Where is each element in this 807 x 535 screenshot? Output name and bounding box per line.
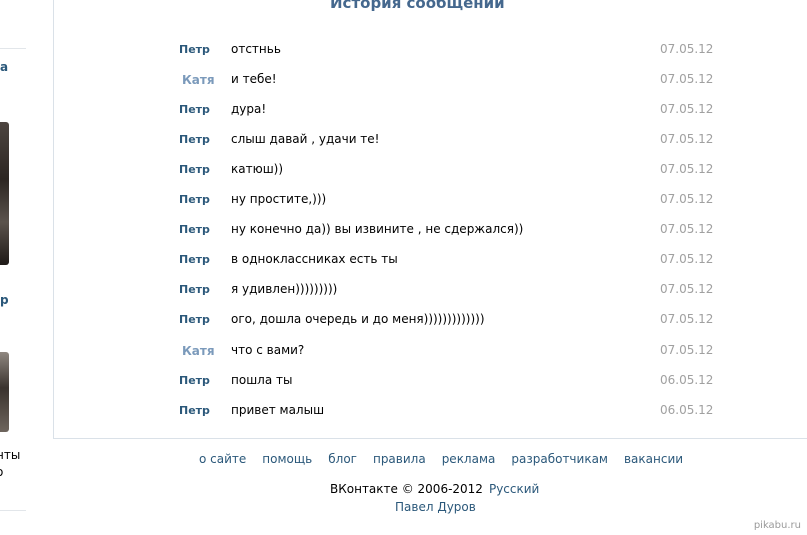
sidebar-text: о <box>0 464 3 481</box>
message-text: я удивлен))))))))) <box>231 282 338 296</box>
message-author[interactable]: Петр <box>179 374 239 387</box>
language-link[interactable]: Русский <box>489 482 539 496</box>
message-text: и тебе! <box>231 72 277 86</box>
message-text: ну конечно да)) вы извините , не сдержал… <box>231 222 524 236</box>
message-row[interactable]: Петр я удивлен))))))))) 07.05.12 <box>0 277 807 307</box>
message-date: 07.05.12 <box>660 102 714 116</box>
message-author[interactable]: Петр <box>179 193 239 206</box>
message-text: привет малыш <box>231 403 325 417</box>
watermark: pikabu.ru <box>753 520 801 531</box>
footer-link[interactable]: правила <box>373 452 426 466</box>
message-author[interactable]: Петр <box>179 313 239 326</box>
message-row[interactable]: Петр ну простите,))) 07.05.12 <box>0 187 807 217</box>
message-date: 07.05.12 <box>660 222 714 236</box>
footer-link[interactable]: вакансии <box>624 452 683 466</box>
sidebar-text: нты <box>0 448 21 462</box>
message-author[interactable]: Петр <box>179 133 239 146</box>
message-text: пошла ты <box>231 373 293 387</box>
message-text: ну простите,))) <box>231 192 327 206</box>
message-row[interactable]: Катя и тебе! 07.05.12 <box>0 67 807 97</box>
message-author[interactable]: Петр <box>179 253 239 266</box>
footer-link[interactable]: разработчикам <box>511 452 608 466</box>
message-date: 07.05.12 <box>660 72 714 86</box>
message-text: в одноклассниках есть ты <box>231 252 398 266</box>
message-date: 07.05.12 <box>660 192 714 206</box>
footer-links: о сайте помощь блог правила реклама разработч… <box>199 452 699 466</box>
author-link[interactable]: Павел Дуров <box>395 500 476 514</box>
message-author[interactable]: Петр <box>179 43 239 56</box>
message-date: 06.05.12 <box>660 403 714 417</box>
message-row[interactable]: Петр пошла ты 06.05.12 <box>0 368 807 398</box>
message-row[interactable]: Петр слыш давай , удачи те! 07.05.12 <box>0 127 807 157</box>
sidebar-divider <box>0 510 26 511</box>
message-text: что с вами? <box>231 343 305 357</box>
copyright-text: ВКонтакте © 2006-2012 <box>330 482 483 496</box>
message-date: 07.05.12 <box>660 343 714 357</box>
page-title: История сообщений <box>330 0 505 12</box>
message-row[interactable]: Петр отстньь 07.05.12 <box>0 37 807 67</box>
message-row[interactable]: Петр ну конечно да)) вы извините , не сде… <box>0 217 807 247</box>
message-row[interactable]: Катя что с вами? 07.05.12 <box>0 338 807 368</box>
message-date: 07.05.12 <box>660 252 714 266</box>
footer-link[interactable]: помощь <box>262 452 312 466</box>
footer-link[interactable]: реклама <box>442 452 496 466</box>
message-row[interactable]: Петр дура! 07.05.12 <box>0 97 807 127</box>
message-text: отстньь <box>231 42 281 56</box>
message-date: 07.05.12 <box>660 312 714 326</box>
message-text: ого, дошла очередь и до меня))))))))))))… <box>231 312 485 326</box>
message-date: 07.05.12 <box>660 282 714 296</box>
message-author[interactable]: Петр <box>179 163 239 176</box>
message-row[interactable]: Петр катюш)) 07.05.12 <box>0 157 807 187</box>
message-row[interactable]: Петр в одноклассниках есть ты 07.05.12 <box>0 247 807 277</box>
message-text: слыш давай , удачи те! <box>231 132 380 146</box>
message-text: катюш)) <box>231 162 284 176</box>
footer-link[interactable]: блог <box>328 452 357 466</box>
message-date: 07.05.12 <box>660 132 714 146</box>
message-date: 07.05.12 <box>660 162 714 176</box>
copyright: ВКонтакте © 2006-2012 Русский <box>330 482 539 496</box>
message-row[interactable]: Петр привет малыш 06.05.12 <box>0 398 807 428</box>
footer-link[interactable]: о сайте <box>199 452 246 466</box>
message-author[interactable]: Петр <box>179 103 239 116</box>
message-date: 06.05.12 <box>660 373 714 387</box>
message-author[interactable]: Петр <box>179 223 239 236</box>
message-author[interactable]: Петр <box>179 283 239 296</box>
message-text: дура! <box>231 102 267 116</box>
message-author[interactable]: Петр <box>179 404 239 417</box>
message-date: 07.05.12 <box>660 42 714 56</box>
message-row[interactable]: Петр ого, дошла очередь и до меня))))))))… <box>0 307 807 337</box>
